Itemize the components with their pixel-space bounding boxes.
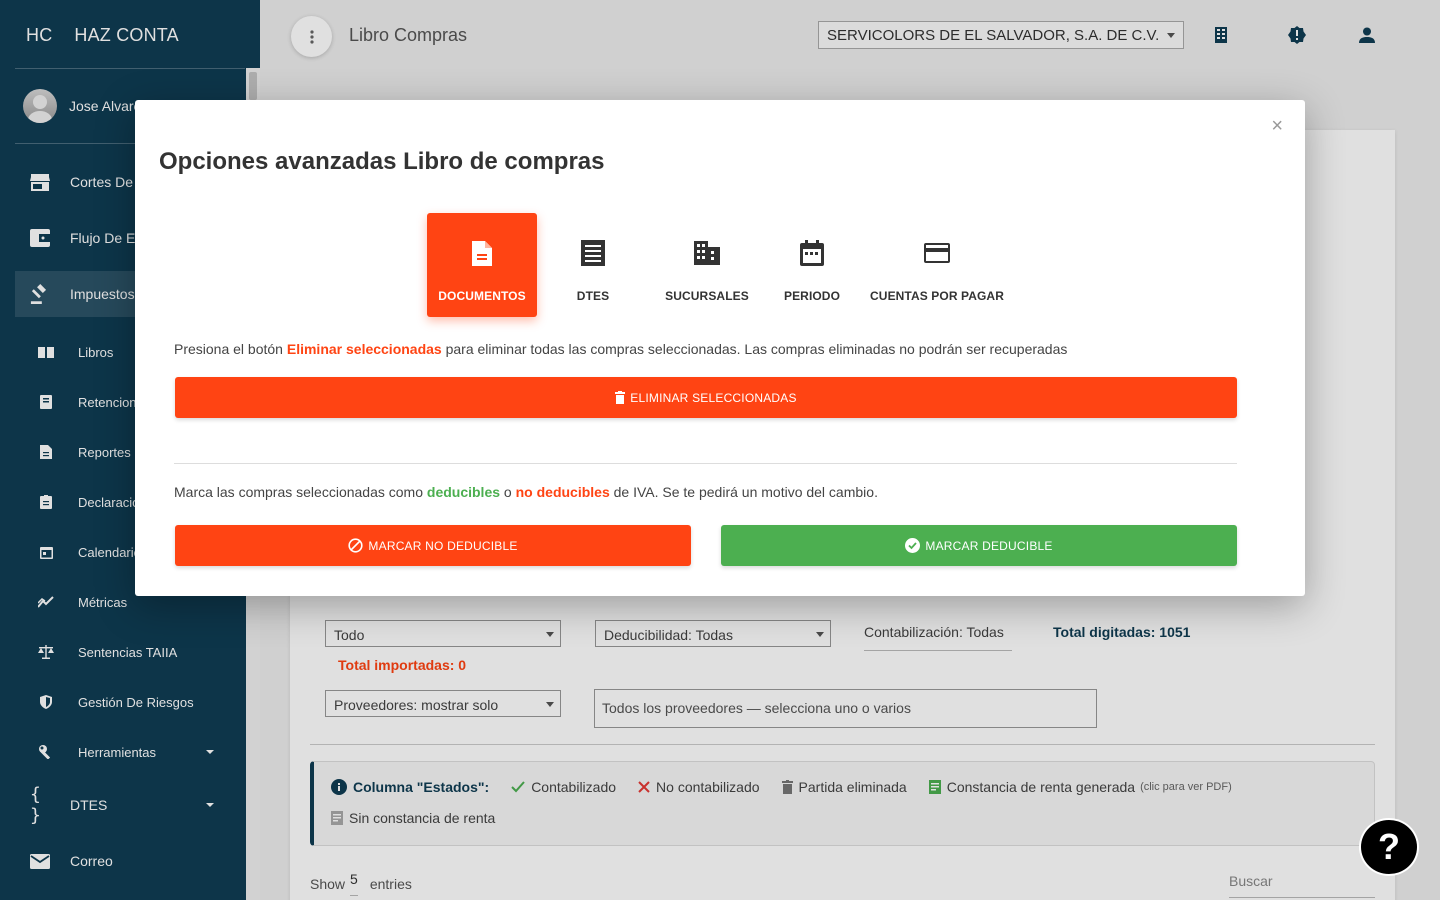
help-button[interactable]: ? [1359,818,1419,876]
tab-cuentas-por-pagar[interactable]: CUENTAS POR PAGAR [867,213,1007,317]
delete-text-pre: Presiona el botón [174,341,287,357]
mark-no-deducible-button[interactable]: MARCAR NO DEDUCIBLE [175,525,691,566]
mark-instructions: Marca las compras seleccionadas como ded… [174,484,878,500]
tab-label: SUCURSALES [665,289,749,303]
delete-instructions: Presiona el botón Eliminar seleccionadas… [174,341,1067,357]
mark-text-pre: Marca las compras seleccionadas como [174,484,427,500]
close-icon[interactable]: × [1271,116,1283,136]
mark-text-mid: o [500,484,516,500]
calendar-icon [800,239,824,267]
tab-label: DOCUMENTOS [438,289,526,303]
check-circle-icon [905,538,921,553]
trash-icon [615,391,626,404]
mark-deducible-label: MARCAR DEDUCIBLE [925,538,1053,553]
mark-text-post: de IVA. Se te pedirá un motivo del cambi… [609,484,878,500]
delete-text-post: para eliminar todas las compras seleccio… [441,341,1068,357]
list-document-icon [581,239,605,267]
document-icon [472,239,492,267]
tab-label: PERIODO [783,289,841,303]
tab-label: DTES [576,289,610,303]
tab-periodo[interactable]: PERIODO [772,213,852,317]
tab-dtes[interactable]: DTES [559,213,627,317]
mark-no-deducible-label: MARCAR NO DEDUCIBLE [368,538,518,553]
block-icon [348,538,364,553]
tab-sucursales[interactable]: SUCURSALES [652,213,762,317]
modal-title: Opciones avanzadas Libro de compras [159,148,605,175]
mark-text-deducibles: deducibles [426,484,501,500]
tab-label: CUENTAS POR PAGAR [870,289,1004,303]
credit-card-icon [924,239,950,267]
delete-text-highlight: Eliminar seleccionadas [286,341,442,357]
mark-deducible-button[interactable]: MARCAR DEDUCIBLE [721,525,1237,566]
mark-text-no-deducibles: no deducibles [515,484,610,500]
delete-selected-button[interactable]: ELIMINAR SELECCIONADAS [175,377,1237,418]
delete-selected-label: ELIMINAR SELECCIONADAS [630,390,797,405]
tab-documentos[interactable]: DOCUMENTOS [427,213,537,317]
modal-divider [174,463,1237,464]
building-icon [694,239,720,267]
advanced-options-modal: × Opciones avanzadas Libro de compras DO… [135,100,1305,596]
